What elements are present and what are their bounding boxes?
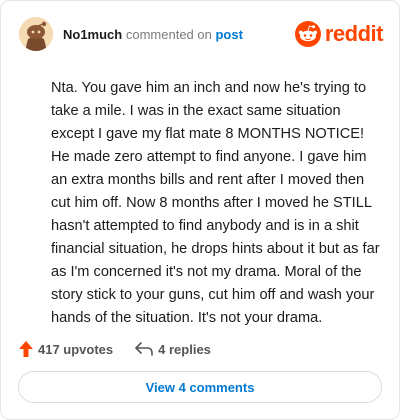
brand-wordmark: reddit bbox=[324, 21, 384, 46]
comment-meta: No1much commented on post bbox=[63, 27, 243, 42]
avatar[interactable] bbox=[19, 17, 53, 51]
username-link[interactable]: No1much bbox=[63, 27, 122, 42]
upvote-arrow-icon bbox=[19, 341, 33, 357]
comment-actions: 417 upvotes 4 replies bbox=[19, 339, 211, 359]
reddit-brand[interactable]: reddit bbox=[294, 21, 384, 47]
view-comments-button[interactable]: View 4 comments bbox=[18, 371, 382, 403]
comment-card: No1much commented on post reddit Nta. Yo… bbox=[0, 0, 400, 420]
post-link[interactable]: post bbox=[215, 27, 242, 42]
upvote-count: 417 upvotes bbox=[38, 341, 114, 357]
action-text: commented on bbox=[125, 26, 212, 42]
comment-body: Nta. You gave him an inch and now he's t… bbox=[51, 80, 380, 326]
reply-arrow-icon bbox=[135, 342, 153, 356]
upvote-button[interactable]: 417 upvotes bbox=[19, 341, 113, 357]
avatar-snoo-icon bbox=[19, 17, 53, 51]
reddit-logo-icon bbox=[294, 21, 321, 47]
replies-button[interactable]: 4 replies bbox=[135, 342, 211, 357]
replies-count: 4 replies bbox=[158, 341, 211, 357]
view-comments-label: View 4 comments bbox=[145, 379, 255, 395]
comment-header: No1much commented on post reddit bbox=[19, 17, 384, 51]
